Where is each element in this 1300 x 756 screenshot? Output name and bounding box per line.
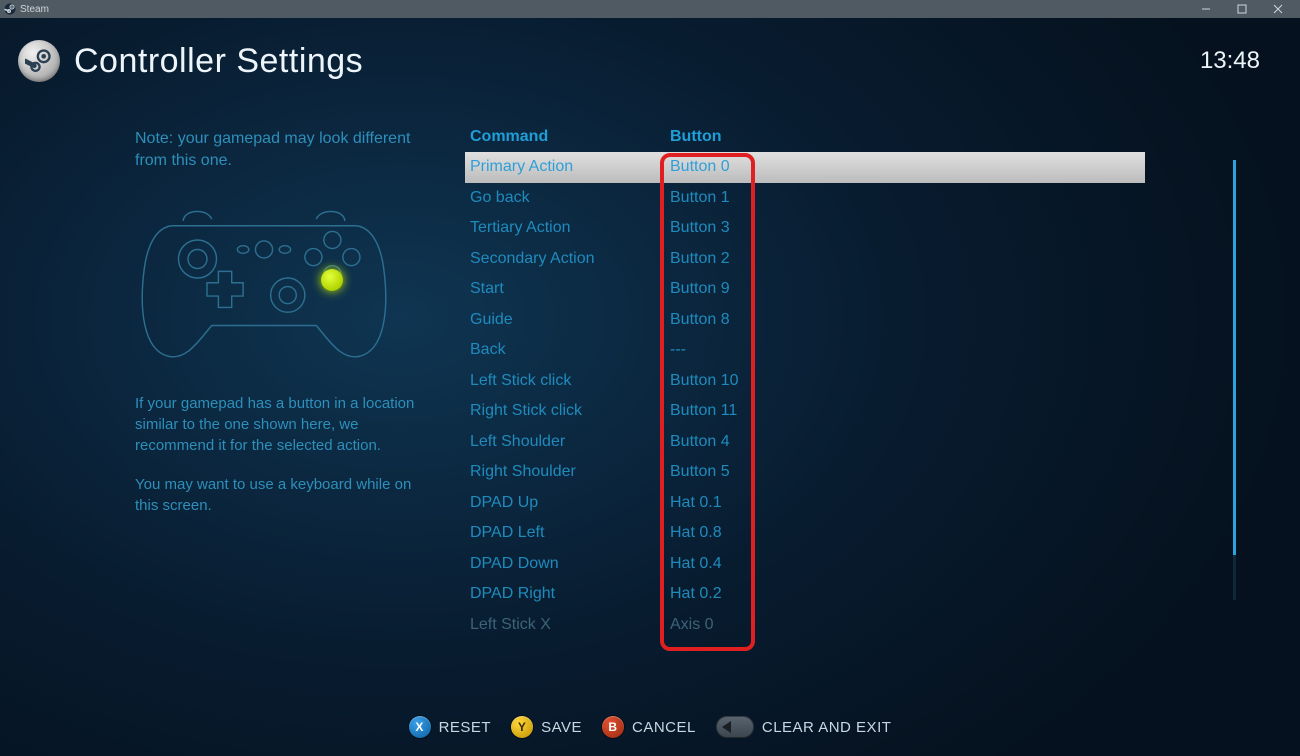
binding-command: DPAD Up (470, 494, 670, 512)
binding-button: Button 3 (670, 219, 1145, 237)
binding-command: DPAD Right (470, 585, 670, 603)
binding-button: Hat 0.2 (670, 585, 1145, 603)
binding-command: Left Stick click (470, 372, 670, 390)
binding-row[interactable]: DPAD DownHat 0.4 (465, 549, 1145, 580)
gamepad-diagram (129, 183, 399, 373)
binding-row[interactable]: Left Stick XAxis 0 (465, 610, 1145, 641)
binding-command: Left Shoulder (470, 433, 670, 451)
cancel-label: CANCEL (632, 719, 696, 736)
binding-row[interactable]: GuideButton 8 (465, 305, 1145, 336)
binding-row[interactable]: DPAD LeftHat 0.8 (465, 518, 1145, 549)
binding-row[interactable]: Go backButton 1 (465, 183, 1145, 214)
left-panel: Note: your gamepad may look different fr… (135, 128, 465, 686)
binding-command: Go back (470, 189, 670, 207)
binding-button: Button 1 (670, 189, 1145, 207)
binding-button: Hat 0.4 (670, 555, 1145, 573)
minimize-button[interactable] (1188, 0, 1224, 18)
app-body: Controller Settings 13:48 Note: your gam… (0, 18, 1300, 756)
binding-row[interactable]: DPAD UpHat 0.1 (465, 488, 1145, 519)
binding-row[interactable]: Left ShoulderButton 4 (465, 427, 1145, 458)
binding-button: Button 9 (670, 280, 1145, 298)
binding-command: Right Stick click (470, 402, 670, 420)
scrollbar[interactable] (1233, 160, 1236, 600)
b-badge-icon: B (602, 716, 624, 738)
bindings-panel: Command Button Primary ActionButton 0Go … (465, 128, 1230, 686)
clear-exit-button[interactable]: CLEAR AND EXIT (716, 716, 892, 738)
binding-button: Button 0 (670, 158, 1145, 176)
binding-button: Button 10 (670, 372, 1145, 390)
binding-command: DPAD Left (470, 524, 670, 542)
clock: 13:48 (1200, 47, 1260, 75)
binding-button: Button 8 (670, 311, 1145, 329)
binding-button: Button 5 (670, 463, 1145, 481)
clear-exit-label: CLEAR AND EXIT (762, 719, 892, 736)
close-button[interactable] (1260, 0, 1296, 18)
binding-row[interactable]: Right Stick clickButton 11 (465, 396, 1145, 427)
binding-command: Start (470, 280, 670, 298)
binding-command: Secondary Action (470, 250, 670, 268)
binding-command: Primary Action (470, 158, 670, 176)
window-title: Steam (20, 4, 49, 15)
binding-command: Right Shoulder (470, 463, 670, 481)
binding-row[interactable]: Left Stick clickButton 10 (465, 366, 1145, 397)
bindings-list: Primary ActionButton 0Go backButton 1Ter… (465, 152, 1145, 640)
reset-label: RESET (439, 719, 492, 736)
binding-command: DPAD Down (470, 555, 670, 573)
binding-row[interactable]: Secondary ActionButton 2 (465, 244, 1145, 275)
binding-button: Button 2 (670, 250, 1145, 268)
steam-icon (4, 3, 16, 15)
scrollbar-thumb[interactable] (1233, 160, 1236, 555)
back-badge-icon (716, 716, 754, 738)
x-badge-icon: X (409, 716, 431, 738)
hint-text-2: You may want to use a keyboard while on … (135, 474, 435, 516)
header: Controller Settings 13:48 (0, 18, 1300, 82)
binding-button: Hat 0.1 (670, 494, 1145, 512)
table-header: Command Button (465, 128, 1230, 152)
binding-command: Tertiary Action (470, 219, 670, 237)
binding-row[interactable]: Right ShoulderButton 5 (465, 457, 1145, 488)
binding-row[interactable]: DPAD RightHat 0.2 (465, 579, 1145, 610)
col-button: Button (670, 128, 1230, 146)
binding-button: Hat 0.8 (670, 524, 1145, 542)
maximize-button[interactable] (1224, 0, 1260, 18)
binding-command: Back (470, 341, 670, 359)
page-title: Controller Settings (74, 42, 363, 81)
binding-row[interactable]: Back--- (465, 335, 1145, 366)
y-badge-icon: Y (511, 716, 533, 738)
binding-button: Button 11 (670, 402, 1145, 420)
binding-button: --- (670, 341, 1145, 359)
hint-text-1: If your gamepad has a button in a locati… (135, 393, 435, 456)
window-titlebar: Steam (0, 0, 1300, 18)
reset-button[interactable]: X RESET (409, 716, 492, 738)
binding-row[interactable]: Tertiary ActionButton 3 (465, 213, 1145, 244)
save-label: SAVE (541, 719, 582, 736)
footer: X RESET Y SAVE B CANCEL CLEAR AND EXIT (0, 716, 1300, 738)
col-command: Command (470, 128, 670, 146)
save-button[interactable]: Y SAVE (511, 716, 582, 738)
binding-command: Guide (470, 311, 670, 329)
binding-row[interactable]: StartButton 9 (465, 274, 1145, 305)
cancel-button[interactable]: B CANCEL (602, 716, 696, 738)
binding-button: Button 4 (670, 433, 1145, 451)
steam-logo-icon (18, 40, 60, 82)
binding-row[interactable]: Primary ActionButton 0 (465, 152, 1145, 183)
note-text: Note: your gamepad may look different fr… (135, 128, 435, 171)
binding-button: Axis 0 (670, 616, 1145, 634)
binding-command: Left Stick X (470, 616, 670, 634)
